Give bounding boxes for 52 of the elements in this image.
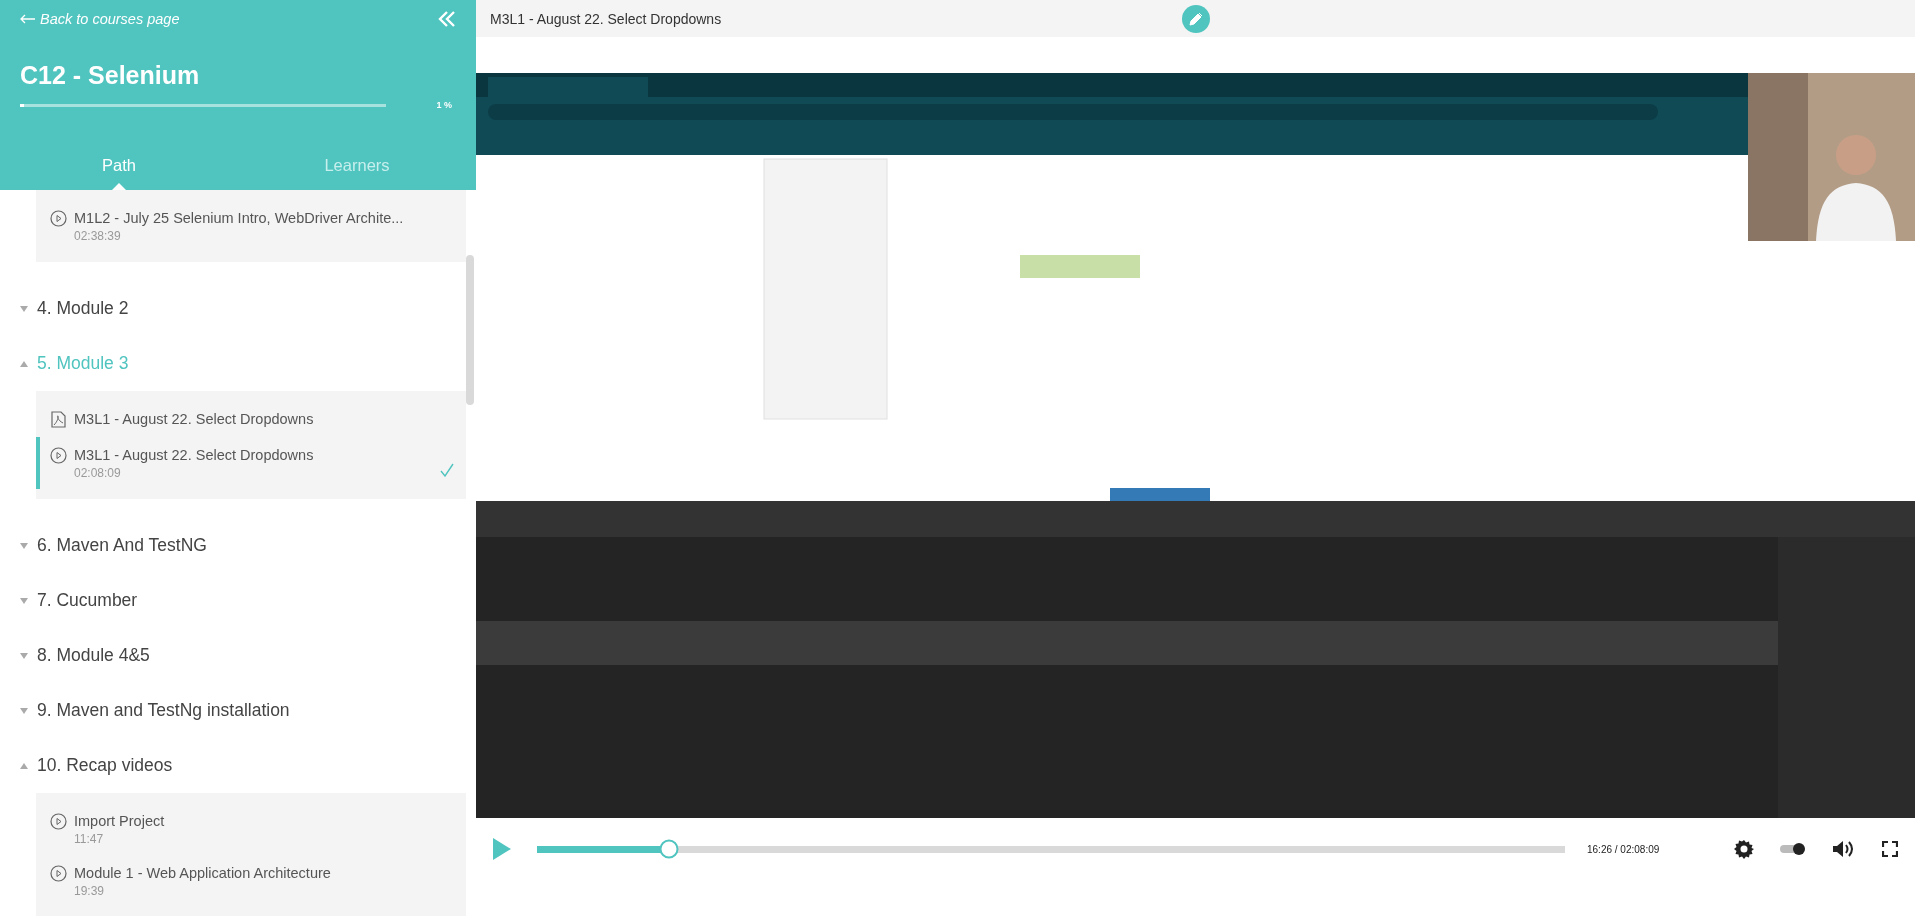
pencil-icon [1188,11,1203,26]
play-icon [493,838,511,860]
play-button[interactable] [493,838,511,860]
lesson-duration: 02:38:39 [74,228,122,244]
volume-button[interactable] [1832,839,1856,859]
lesson-title: M1L2 - July 25 Selenium Intro, WebDriver Archite... [74,209,404,228]
speaker-icon [1832,839,1856,859]
collapse-sidebar-icon[interactable] [438,10,456,28]
lesson-title: M3L1 - August 22. Select Dropdowns [490,10,723,27]
module-item[interactable]: 6. Maven And TestNG [0,518,476,573]
settings-button[interactable] [1734,839,1754,859]
lesson-duration: 11:47 [74,831,105,847]
course-title: C12 - Selenium [20,60,201,90]
seek-handle[interactable] [659,839,679,859]
pdf-file-icon [50,411,67,428]
lesson-duration: 02:08:09 [74,465,122,481]
caret-down-icon [20,707,28,714]
lesson-item[interactable]: Module 1 - Web Application Architecture 19:39 [36,855,466,907]
play-circle-icon [50,813,67,830]
lesson-item[interactable]: M3L1 - August 22. Select Dropdowns 02:08:09 [36,437,466,489]
caret-down-icon [20,305,28,312]
caret-up-icon [20,762,28,769]
fullscreen-button[interactable] [1882,841,1898,857]
lesson-title: Module 1 - Web Application Architecture [74,864,331,883]
fullscreen-icon [1882,841,1898,857]
caret-down-icon [20,597,28,604]
lesson-title: Import Project [74,812,165,831]
lesson-item[interactable]: M1L2 - July 25 Selenium Intro, WebDriver Archite... 02:38:39 [36,200,466,252]
module-item[interactable]: 9. Maven and TestNg installation [0,683,476,738]
caret-down-icon [20,542,28,549]
module-item[interactable]: 10. Recap videos [0,738,476,793]
autoplay-toggle[interactable] [1780,842,1806,856]
arrow-left-icon [20,14,36,24]
lesson-title: M3L1 - August 22. Select Dropdowns [74,446,314,465]
lesson-title: M3L1 - August 22. Select Dropdowns [74,410,314,429]
play-circle-icon [50,210,67,227]
module-item[interactable]: 7. Cucumber [0,573,476,628]
seek-bar[interactable] [537,839,1565,859]
caret-down-icon [20,652,28,659]
lesson-item[interactable]: M3L1 - August 22. Select Dropdowns [36,401,466,437]
gear-icon [1734,839,1754,859]
module-item[interactable]: 8. Module 4&5 [0,628,476,683]
scrollbar-thumb[interactable] [466,255,474,405]
module-item[interactable]: 4. Module 2 [0,281,476,336]
caret-up-icon [20,360,28,367]
edit-button[interactable] [1181,4,1210,33]
lesson-item[interactable]: Import Project 11:47 [36,803,466,855]
play-circle-icon [50,447,67,464]
lesson-duration: 19:39 [74,883,106,899]
play-circle-icon [50,865,67,882]
video-time: 16:26 / 02:08:09 [1587,843,1660,855]
progress-percent: 1 % [436,100,452,110]
